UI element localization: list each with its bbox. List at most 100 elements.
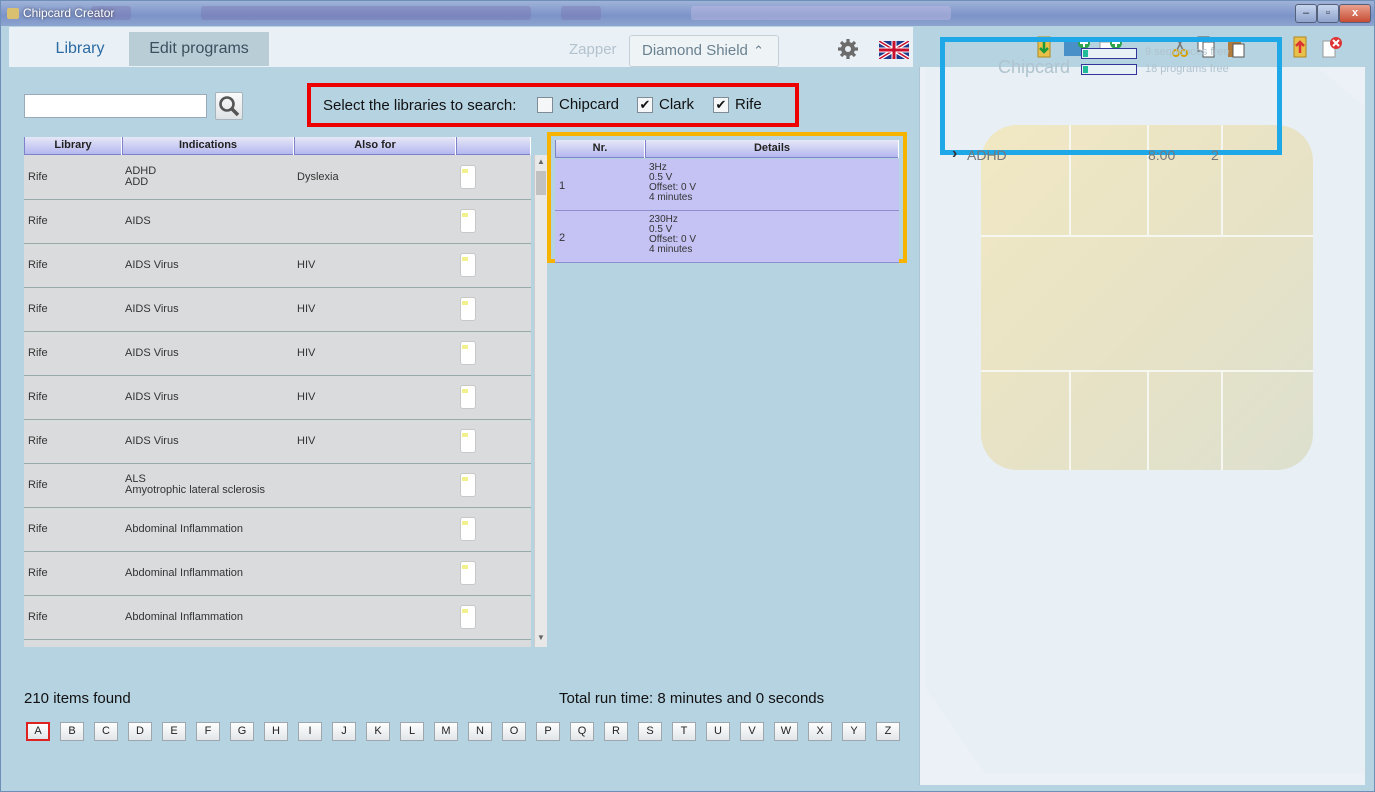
table-row[interactable]: Rife ADHD ADD Dyslexia	[24, 156, 531, 200]
header-details: Details	[645, 140, 899, 158]
letter-button-h[interactable]: H	[264, 722, 288, 741]
letter-button-z[interactable]: Z	[876, 722, 900, 741]
table-row[interactable]: Rife AIDS Virus HIV	[24, 244, 531, 288]
letter-button-g[interactable]: G	[230, 722, 254, 741]
details-row[interactable]: 2 230Hz 0.5 V Offset: 0 V4 minutes	[555, 211, 899, 263]
search-button[interactable]	[215, 92, 243, 120]
checkbox-chipcard[interactable]	[537, 97, 553, 113]
table-row[interactable]: Rife AIDS Virus HIV	[24, 332, 531, 376]
cell-also-for: HIV	[297, 303, 316, 315]
upload-icon[interactable]	[1291, 36, 1309, 58]
tab-edit-programs[interactable]: Edit programs	[129, 32, 269, 66]
scroll-down-icon[interactable]: ▼	[537, 633, 545, 642]
letter-button-e[interactable]: E	[162, 722, 186, 741]
zapper-value: Diamond Shield	[642, 42, 748, 59]
chip-graphic	[981, 125, 1313, 470]
header-indications[interactable]: Indications	[122, 137, 294, 155]
program-card-icon[interactable]	[460, 209, 476, 233]
program-card-icon[interactable]	[460, 253, 476, 277]
cell-library: Rife	[28, 171, 48, 183]
gear-icon[interactable]	[837, 38, 859, 60]
expand-arrow-icon[interactable]: ›	[952, 145, 957, 163]
program-card-icon[interactable]	[460, 165, 476, 189]
program-card-icon[interactable]	[460, 297, 476, 321]
cell-library: Rife	[28, 391, 48, 403]
cell-indication: AIDS Virus	[125, 303, 179, 315]
chipcard-label: Chipcard	[998, 57, 1071, 77]
cell-also-for: HIV	[297, 435, 316, 447]
sequence-time: 8:00	[1148, 147, 1176, 163]
letter-button-k[interactable]: K	[366, 722, 390, 741]
letter-button-p[interactable]: P	[536, 722, 560, 741]
table-row[interactable]: Rife Abdominal Inflammation	[24, 552, 531, 596]
tab-library[interactable]: Library	[25, 32, 135, 66]
details-nr: 1	[559, 180, 566, 192]
header-also-for[interactable]: Also for	[294, 137, 456, 155]
letter-button-a[interactable]: A	[26, 722, 50, 741]
letter-button-f[interactable]: F	[196, 722, 220, 741]
letter-button-i[interactable]: I	[298, 722, 322, 741]
details-row[interactable]: 1 3Hz 0.5 V Offset: 0 V4 minutes	[555, 159, 899, 211]
header-library[interactable]: Library	[24, 137, 122, 155]
library-filter-label: Select the libraries to search:	[323, 97, 517, 114]
uk-flag-icon[interactable]	[879, 41, 909, 59]
letter-button-x[interactable]: X	[808, 722, 832, 741]
letter-button-w[interactable]: W	[774, 722, 798, 741]
table-row[interactable]: Rife Abdominal Inflammation	[24, 596, 531, 640]
zapper-select[interactable]: Diamond Shield ⌃	[629, 35, 779, 67]
header-nr: Nr.	[555, 140, 645, 158]
maximize-button[interactable]: ▫	[1317, 4, 1339, 23]
table-row[interactable]: Rife Abdominal Inflammation	[24, 508, 531, 552]
close-button[interactable]: x	[1339, 4, 1371, 23]
details-line: 4 minutes	[649, 192, 693, 203]
sequence-name: ADHD	[967, 147, 1007, 163]
checkbox-rife[interactable]: ✔	[713, 97, 729, 113]
cell-indication: Abdominal Inflammation	[125, 611, 244, 623]
program-card-icon[interactable]	[460, 341, 476, 365]
letter-button-u[interactable]: U	[706, 722, 730, 741]
table-row[interactable]: Rife AIDS Virus HIV	[24, 420, 531, 464]
letter-button-r[interactable]: R	[604, 722, 628, 741]
letter-button-b[interactable]: B	[60, 722, 84, 741]
cell-indication: Abdominal Inflammation	[125, 567, 244, 579]
cell-indication: Abdominal Inflammation	[125, 523, 244, 535]
cell-library: Rife	[28, 259, 48, 271]
cell-library: Rife	[28, 523, 48, 535]
letter-button-y[interactable]: Y	[842, 722, 866, 741]
delete-icon[interactable]	[1321, 36, 1343, 58]
table-row[interactable]: Rife AIDS	[24, 200, 531, 244]
letter-button-o[interactable]: O	[502, 722, 526, 741]
scroll-up-icon[interactable]: ▲	[537, 157, 545, 166]
minimize-button[interactable]: –	[1295, 4, 1317, 23]
letter-button-n[interactable]: N	[468, 722, 492, 741]
scroll-thumb[interactable]	[536, 171, 546, 195]
program-card-icon[interactable]	[460, 429, 476, 453]
letter-button-d[interactable]: D	[128, 722, 152, 741]
program-card-icon[interactable]	[460, 517, 476, 541]
letter-button-l[interactable]: L	[400, 722, 424, 741]
letter-button-q[interactable]: Q	[570, 722, 594, 741]
cell-library: Rife	[28, 347, 48, 359]
letter-button-m[interactable]: M	[434, 722, 458, 741]
letter-button-j[interactable]: J	[332, 722, 356, 741]
letter-button-c[interactable]: C	[94, 722, 118, 741]
cell-library: Rife	[28, 303, 48, 315]
programs-free-text: 18 programs free	[1145, 63, 1229, 75]
program-card-icon[interactable]	[460, 385, 476, 409]
search-input[interactable]	[24, 94, 207, 118]
program-card-icon[interactable]	[460, 561, 476, 585]
table-row[interactable]: Rife AIDS Virus HIV	[24, 288, 531, 332]
letter-button-t[interactable]: T	[672, 722, 696, 741]
table-row[interactable]: Rife ALS Amyotrophic lateral sclerosis	[24, 464, 531, 508]
programs-meter	[1081, 64, 1137, 75]
table-row[interactable]: Rife AIDS Virus HIV	[24, 376, 531, 420]
letter-button-v[interactable]: V	[740, 722, 764, 741]
checkbox-clark[interactable]: ✔	[637, 97, 653, 113]
sequence-row[interactable]: › ADHD 8:00 2	[952, 145, 1292, 165]
letter-button-s[interactable]: S	[638, 722, 662, 741]
list-scrollbar[interactable]: ▲ ▼	[534, 155, 547, 647]
details-line: 4 minutes	[649, 244, 693, 255]
sequence-count: 2	[1211, 147, 1219, 163]
program-card-icon[interactable]	[460, 473, 476, 497]
program-card-icon[interactable]	[460, 605, 476, 629]
